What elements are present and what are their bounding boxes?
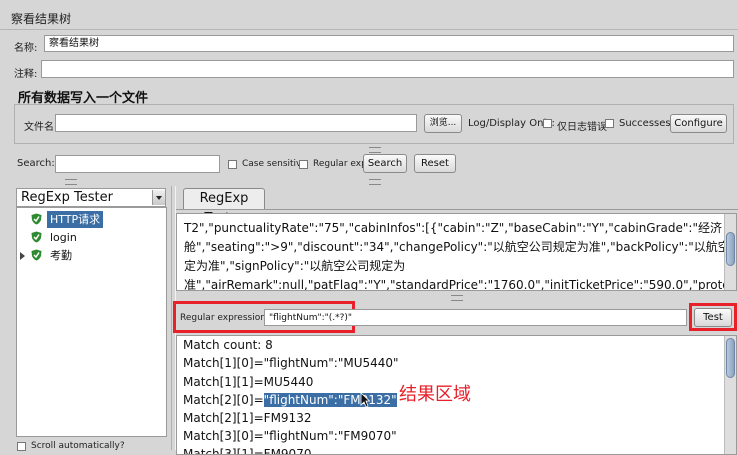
tree-item-label: HTTP请求 — [47, 211, 104, 228]
success-icon — [31, 231, 42, 243]
case-sensitive-label: Case sensitive — [242, 159, 307, 169]
filename-label: 文件名 — [24, 122, 54, 133]
name-label: 名称: — [14, 43, 38, 54]
results-area[interactable]: Match count: 8 Match[1][0]="flightNum":"… — [176, 335, 737, 455]
match-line: Match[3][0]="flightNum":"FM9070" — [183, 429, 397, 443]
comment-field[interactable] — [41, 60, 734, 78]
scrollbar-thumb[interactable] — [726, 232, 735, 266]
reset-button[interactable]: Reset — [414, 154, 456, 173]
case-sensitive-checkbox[interactable] — [228, 160, 237, 169]
splitter-grip[interactable] — [65, 179, 77, 185]
successes-checkbox[interactable] — [605, 119, 614, 128]
comment-label: 注释: — [14, 69, 38, 80]
tree-item-label: 考勤 — [50, 249, 72, 262]
regular-exp-label: Regular exp. — [313, 159, 370, 169]
successes-label: Successes — [619, 118, 671, 129]
match-line: Match[3][1]=FM9070 — [183, 447, 312, 455]
regular-exp-checkbox[interactable] — [299, 160, 308, 169]
response-line: 舱","seating":">9","discount":"34","chang… — [184, 240, 737, 254]
tree-item-label: login — [50, 231, 77, 244]
tree-item-http-request[interactable]: HTTP请求 — [31, 211, 166, 228]
filename-input[interactable] — [55, 114, 417, 132]
match-line: Match[2][1]=FM9132 — [183, 411, 312, 425]
tree-item-login[interactable]: login — [31, 229, 166, 246]
errors-only-checkbox[interactable] — [543, 119, 552, 128]
splitter-grip[interactable] — [451, 295, 463, 301]
divider — [0, 29, 738, 30]
success-icon — [31, 249, 42, 261]
tab-regexp-tester[interactable]: RegExp Tester — [183, 188, 265, 226]
response-data-area[interactable]: T2","punctualityRate":"75","cabinInfos":… — [176, 213, 737, 291]
results-annotation: 结果区域 — [399, 384, 471, 405]
results-tree: HTTP请求 login 考勤 — [16, 207, 167, 437]
search-label: Search: — [17, 158, 55, 169]
browse-button[interactable]: 浏览... — [424, 114, 462, 133]
response-line: 定为准","signPolicy":"以航空公司规定为 — [184, 259, 406, 273]
response-line: 准","airRemark":null,"patFlag":"Y","stand… — [184, 278, 737, 291]
renderer-select-value: RegExp Tester — [21, 190, 113, 205]
tree-item-attendance[interactable]: 考勤 — [19, 247, 166, 264]
configure-button[interactable]: Configure — [670, 114, 727, 133]
chevron-down-icon[interactable] — [152, 190, 165, 205]
search-button[interactable]: Search — [363, 154, 407, 173]
log-display-label: Log/Display Only: — [468, 118, 555, 129]
test-button[interactable]: Test — [694, 308, 732, 327]
errors-only-label: 仅日志错误 — [557, 122, 607, 133]
scrollbar-thumb[interactable] — [726, 338, 735, 378]
mouse-cursor-icon — [360, 392, 370, 408]
expand-icon[interactable] — [19, 252, 26, 260]
match-line: Match[1][1]=MU5440 — [183, 375, 314, 389]
splitter-grip[interactable] — [369, 147, 381, 153]
search-input[interactable] — [55, 155, 220, 173]
scroll-automatically-label: Scroll automatically? — [31, 441, 125, 451]
name-field[interactable]: 察看结果树 — [44, 35, 734, 52]
tab-underline — [176, 209, 738, 210]
response-scrollbar[interactable] — [724, 214, 736, 290]
splitter-grip[interactable] — [369, 179, 381, 185]
scroll-automatically-checkbox[interactable] — [17, 442, 26, 451]
match-line-prefix: Match[2][0]= — [183, 393, 264, 407]
panel-title: 察看结果树 — [11, 12, 72, 26]
regex-label: Regular expression: — [180, 313, 269, 323]
results-scrollbar[interactable] — [724, 336, 736, 454]
match-line: Match[1][0]="flightNum":"MU5440" — [183, 356, 399, 370]
regex-input[interactable]: "flightNum":"(.*?)" — [264, 309, 687, 326]
selected-match-text[interactable]: "flightNum":"FM9132" — [263, 393, 397, 407]
renderer-select[interactable]: RegExp Tester — [16, 188, 166, 207]
response-line: T2","punctualityRate":"75","cabinInfos":… — [184, 221, 722, 235]
match-line: Match count: 8 — [183, 338, 273, 352]
success-icon — [31, 213, 42, 225]
